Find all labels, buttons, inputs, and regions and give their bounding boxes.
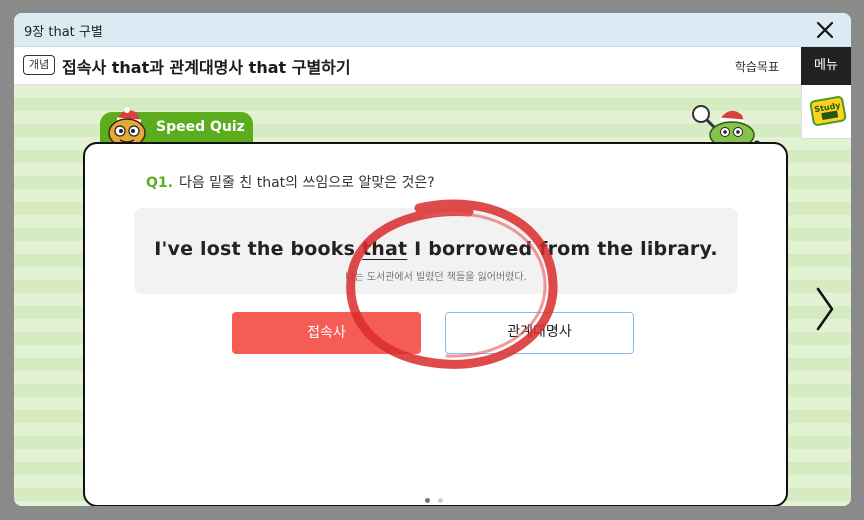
- question: Q1. 다음 밑줄 친 that의 쓰임으로 알맞은 것은?: [146, 172, 435, 192]
- question-number: Q1.: [146, 175, 173, 191]
- quiz-stage: Study Speed Quiz Q1. 다음 밑줄 친 that의 쓰임으로 …: [14, 85, 851, 506]
- pagination-dots: [425, 488, 451, 506]
- close-icon: [816, 21, 834, 39]
- sentence-box: I've lost the books that I borrowed from…: [134, 208, 738, 294]
- app-window: 9장 that 구별 개념 접속사 that과 관계대명사 that 구별하기 …: [14, 13, 851, 506]
- quiz-card: Q1. 다음 밑줄 친 that의 쓰임으로 알맞은 것은? I've lost …: [83, 142, 788, 506]
- window-title: 9장 that 구별: [24, 25, 103, 40]
- study-logo-icon: Study: [814, 101, 842, 120]
- close-button[interactable]: [813, 18, 837, 42]
- study-button[interactable]: Study: [801, 85, 851, 139]
- sentence-after: I borrowed from the library.: [407, 238, 718, 260]
- sentence-translation: 나는 도서관에서 빌렸던 책들을 잃어버렸다.: [345, 272, 527, 283]
- lesson-header: 개념 접속사 that과 관계대명사 that 구별하기 학습목표 메뉴: [14, 47, 851, 85]
- lesson-type-badge: 개념: [23, 55, 56, 75]
- quiz-sentence: I've lost the books that I borrowed from…: [134, 238, 738, 260]
- speed-quiz-label: Speed Quiz: [156, 119, 245, 135]
- title-bar: 9장 that 구별: [14, 13, 851, 47]
- sentence-before: I've lost the books: [154, 238, 362, 260]
- question-text: 다음 밑줄 친 that의 쓰임으로 알맞은 것은?: [178, 175, 435, 191]
- page-dot-1[interactable]: [425, 498, 430, 503]
- answer-conjunction-button[interactable]: 접속사: [232, 312, 421, 354]
- lesson-title: 접속사 that과 관계대명사 that 구별하기: [62, 58, 351, 77]
- study-logo: Study: [809, 95, 847, 127]
- menu-button[interactable]: 메뉴: [801, 47, 851, 85]
- learning-goal-link[interactable]: 학습목표: [735, 58, 779, 75]
- page-dot-2[interactable]: [438, 498, 443, 503]
- answer-relative-pronoun-button[interactable]: 관계대명사: [445, 312, 634, 354]
- underlined-word: that: [361, 238, 408, 260]
- next-arrow-icon[interactable]: [813, 285, 837, 333]
